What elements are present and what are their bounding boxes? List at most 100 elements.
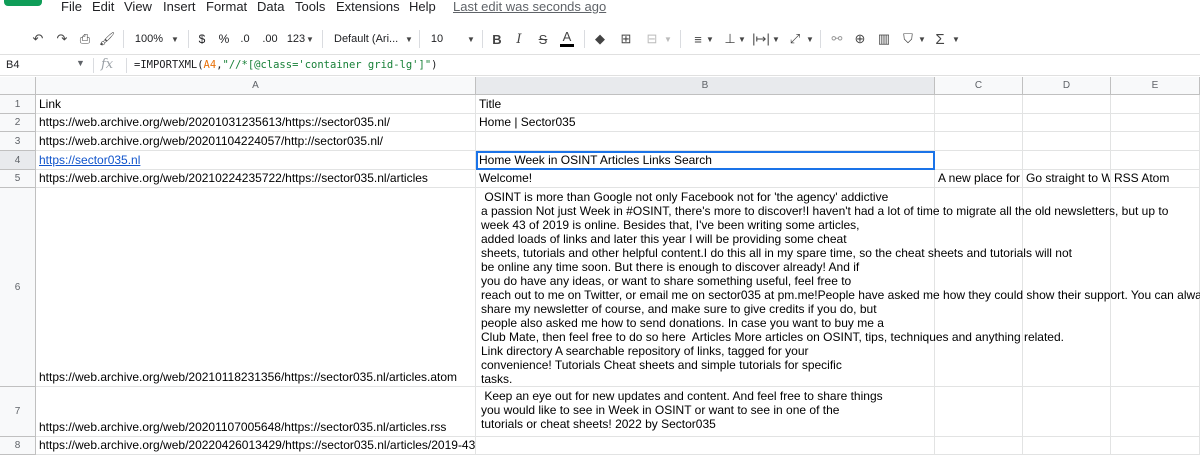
sheets-logo-icon[interactable] — [4, 0, 42, 6]
italic-button[interactable]: I — [512, 29, 526, 49]
cell-b5[interactable]: Welcome! — [476, 170, 935, 188]
cell-e4[interactable] — [1111, 151, 1200, 170]
cell-b4[interactable]: Home Week in OSINT Articles Links Search — [476, 151, 935, 170]
chevron-down-icon[interactable]: ▼ — [76, 58, 85, 68]
filter-icon[interactable]: ⛉ — [900, 29, 916, 49]
chevron-down-icon[interactable]: ▼ — [952, 29, 960, 49]
paint-format-icon[interactable]: 🖌 — [98, 29, 116, 49]
cell-c5[interactable]: A new place for — [935, 170, 1023, 188]
chart-icon[interactable]: ▥ — [876, 29, 892, 49]
cell-d5[interactable]: Go straight to We — [1023, 170, 1111, 188]
cell-c2[interactable] — [935, 114, 1023, 132]
chevron-down-icon[interactable]: ▼ — [170, 29, 180, 49]
cell-d4[interactable] — [1023, 151, 1111, 170]
chevron-down-icon[interactable]: ▼ — [706, 29, 714, 49]
menu-insert[interactable]: Insert — [163, 0, 196, 14]
cell-a6[interactable]: https://web.archive.org/web/202101182313… — [36, 188, 476, 387]
row-header[interactable]: 3 — [0, 132, 36, 151]
chevron-down-icon[interactable]: ▼ — [466, 29, 476, 49]
text-rotate-icon[interactable]: ⤢ — [786, 29, 804, 49]
cell-b3[interactable] — [476, 132, 935, 151]
cell-c3[interactable] — [935, 132, 1023, 151]
cell-b1[interactable]: Title — [476, 95, 935, 114]
row-header[interactable]: 5 — [0, 170, 36, 188]
cell-d7[interactable] — [1023, 387, 1111, 437]
increase-decimal-button[interactable]: .00 — [260, 29, 280, 49]
align-left-icon[interactable]: ≡ — [690, 29, 706, 49]
menu-extensions[interactable]: Extensions — [336, 0, 400, 14]
currency-button[interactable]: $ — [196, 29, 208, 49]
font-size-select[interactable]: 10 — [430, 29, 444, 49]
cell-e7[interactable] — [1111, 387, 1200, 437]
chevron-down-icon[interactable]: ▼ — [738, 29, 746, 49]
zoom-select[interactable]: 100% — [134, 29, 164, 49]
fill-color-icon[interactable]: ◆ — [592, 29, 608, 49]
font-select[interactable]: Default (Ari... — [334, 29, 404, 49]
cell-e3[interactable] — [1111, 132, 1200, 151]
decrease-decimal-button[interactable]: .0 — [237, 29, 253, 49]
menu-data[interactable]: Data — [257, 0, 284, 14]
cell-a8[interactable]: https://web.archive.org/web/202204260134… — [36, 437, 476, 455]
percent-button[interactable]: % — [218, 29, 230, 49]
functions-button[interactable]: Σ — [932, 29, 948, 49]
redo-icon[interactable]: ↷ — [52, 29, 72, 49]
menu-edit[interactable]: Edit — [92, 0, 114, 14]
chevron-down-icon[interactable]: ▼ — [664, 29, 672, 49]
undo-icon[interactable]: ↶ — [28, 29, 48, 49]
row-header[interactable]: 7 — [0, 387, 36, 437]
row-header[interactable]: 2 — [0, 114, 36, 132]
row-header[interactable]: 8 — [0, 437, 36, 455]
cell-e8[interactable] — [1111, 437, 1200, 455]
chevron-down-icon[interactable]: ▼ — [918, 29, 926, 49]
row-header[interactable]: 6 — [0, 188, 36, 387]
column-header-c[interactable]: C — [935, 77, 1023, 95]
cell-a2[interactable]: https://web.archive.org/web/202010312356… — [36, 114, 476, 132]
chevron-down-icon[interactable]: ▼ — [404, 29, 414, 49]
cell-e2[interactable] — [1111, 114, 1200, 132]
cell-a3[interactable]: https://web.archive.org/web/202011042240… — [36, 132, 476, 151]
menu-help[interactable]: Help — [409, 0, 436, 14]
link-icon[interactable]: ⚯ — [828, 29, 846, 49]
cell-d8[interactable] — [1023, 437, 1111, 455]
merge-cells-icon[interactable]: ⊟ — [642, 29, 662, 49]
comment-icon[interactable]: ⊕ — [852, 29, 868, 49]
column-header-a[interactable]: A — [36, 77, 476, 95]
column-header-e[interactable]: E — [1111, 77, 1200, 95]
cell-a7[interactable]: https://web.archive.org/web/202011070056… — [36, 387, 476, 437]
menu-format[interactable]: Format — [206, 0, 247, 14]
cell-b2[interactable]: Home | Sector035 — [476, 114, 935, 132]
row-header[interactable]: 1 — [0, 95, 36, 114]
cell-a1[interactable]: Link — [36, 95, 476, 114]
vertical-align-icon[interactable]: ⊥ — [722, 29, 738, 49]
cell-e5[interactable]: RSS Atom — [1111, 170, 1200, 188]
cell-d2[interactable] — [1023, 114, 1111, 132]
cell-b8[interactable] — [476, 437, 935, 455]
cell-c1[interactable] — [935, 95, 1023, 114]
cell-a5[interactable]: https://web.archive.org/web/202102242357… — [36, 170, 476, 188]
chevron-down-icon[interactable]: ▼ — [306, 29, 314, 49]
cell-a4[interactable]: https://sector035.nl — [36, 151, 476, 170]
text-color-button[interactable]: A — [560, 29, 574, 47]
borders-icon[interactable]: ⊞ — [618, 29, 634, 49]
cell-c4[interactable] — [935, 151, 1023, 170]
cell-e1[interactable] — [1111, 95, 1200, 114]
cell-d3[interactable] — [1023, 132, 1111, 151]
menu-tools[interactable]: Tools — [295, 0, 325, 14]
menu-view[interactable]: View — [124, 0, 152, 14]
cell-d1[interactable] — [1023, 95, 1111, 114]
last-edit-link[interactable]: Last edit was seconds ago — [453, 0, 606, 14]
strikethrough-button[interactable]: S — [536, 29, 550, 49]
select-all-corner[interactable] — [0, 77, 36, 95]
name-box[interactable]: B4 — [6, 59, 19, 71]
cell-c7[interactable] — [935, 387, 1023, 437]
text-wrap-icon[interactable]: |↦| — [752, 29, 770, 49]
column-header-b[interactable]: B — [476, 77, 935, 95]
bold-button[interactable]: B — [490, 29, 504, 49]
cell-b7[interactable]: Keep an eye out for new updates and cont… — [476, 387, 935, 437]
cell-c8[interactable] — [935, 437, 1023, 455]
column-header-d[interactable]: D — [1023, 77, 1111, 95]
more-formats-button[interactable]: 123 — [286, 29, 306, 49]
chevron-down-icon[interactable]: ▼ — [772, 29, 780, 49]
menu-file[interactable]: File — [61, 0, 82, 14]
print-icon[interactable]: ⎙ — [76, 29, 94, 49]
